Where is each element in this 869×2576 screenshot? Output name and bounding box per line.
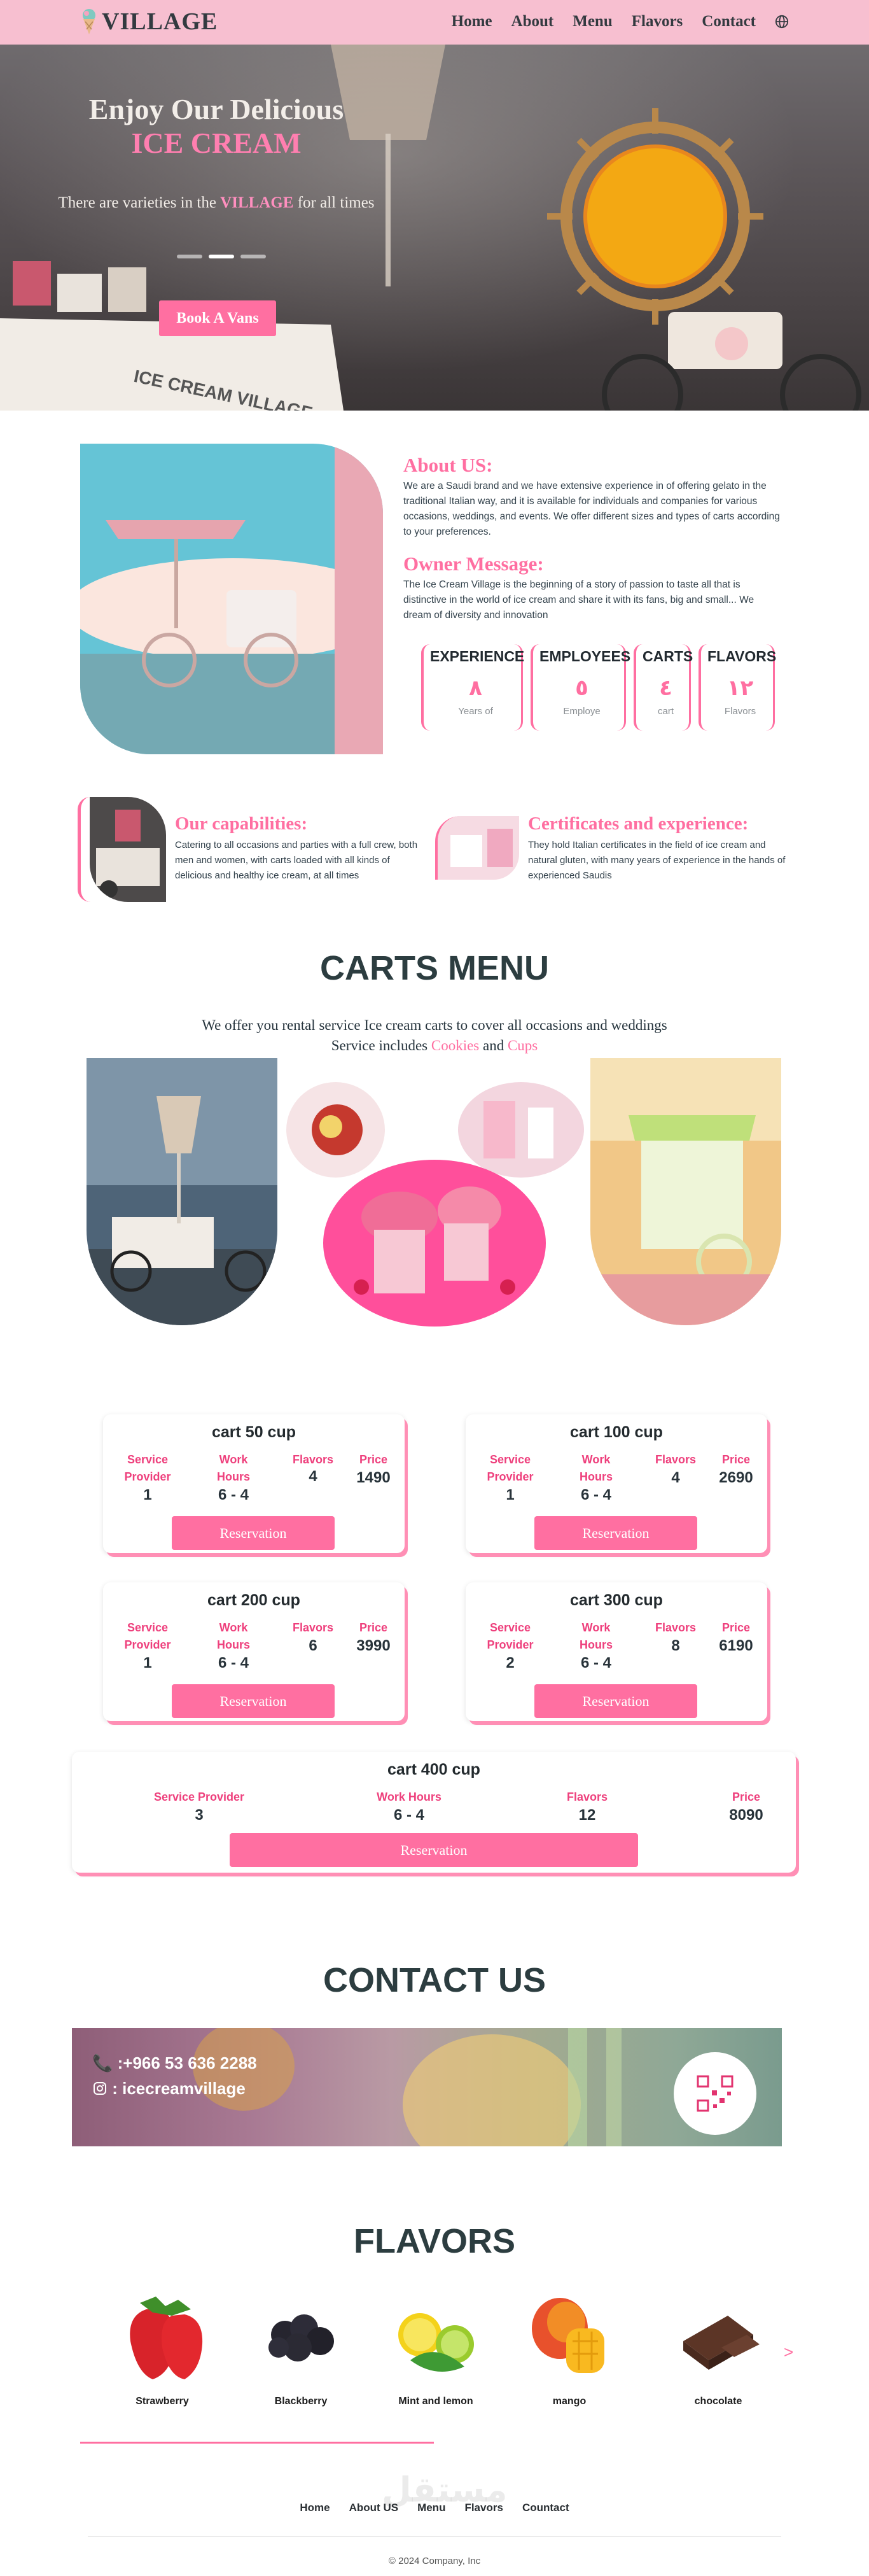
- about-title: About US:: [403, 454, 493, 476]
- nav-home[interactable]: Home: [452, 13, 492, 31]
- brand-name: VILLAGE: [102, 8, 218, 35]
- carts-menu-title: CARTS MENU: [320, 949, 549, 987]
- chocolate-image: [683, 2316, 760, 2370]
- about-image: [80, 444, 383, 754]
- page: VILLAGE Home About Menu Flavors Contact: [0, 0, 869, 2576]
- globe-icon[interactable]: [775, 15, 789, 29]
- book-van-button[interactable]: Book A Vans: [159, 300, 276, 336]
- reservation-button-400[interactable]: Reservation: [230, 1833, 638, 1867]
- stat-flavors: FLAVORS ١٢ Flavors: [699, 644, 776, 731]
- footer-flavors[interactable]: Flavors: [464, 2502, 503, 2514]
- flavor-chocolate[interactable]: chocolate: [658, 2284, 779, 2407]
- capabilities-image: [90, 797, 166, 902]
- hero-description: There are varieties in the VILLAGE for a…: [58, 194, 375, 211]
- flavors-next-arrow[interactable]: >: [784, 2342, 793, 2362]
- stat-carts: CARTS ٤ cart: [634, 644, 693, 731]
- qr-code[interactable]: [674, 2052, 756, 2135]
- nav-menu[interactable]: Menu: [573, 13, 613, 31]
- cart-gallery-image-1: [87, 1058, 277, 1325]
- ice-cream-logo-icon: [83, 9, 95, 34]
- navbar: VILLAGE Home About Menu Flavors Contact: [0, 0, 869, 45]
- contact-instagram[interactable]: : icecreamvillage: [92, 2079, 246, 2099]
- blackberry-image: [268, 2314, 334, 2361]
- contact-banner: 📞 :+966 53 636 2288 : icecreamvillage: [72, 2028, 782, 2146]
- capabilities-card: Our capabilities: Catering to all occasi…: [78, 797, 434, 902]
- pricing-card-200: cart 200 cup Service Provider 1 Work Hour…: [103, 1582, 405, 1721]
- nav-contact[interactable]: Contact: [702, 13, 756, 31]
- contact-title: CONTACT US: [323, 1961, 546, 1999]
- mint-lemon-image: [398, 2313, 474, 2372]
- pricing-card-300: cart 300 cup Service Provider 2 Work Hour…: [466, 1582, 767, 1721]
- phone-icon: 📞: [92, 2053, 113, 2073]
- certificates-title: Certificates and experience:: [528, 813, 749, 834]
- flavor-strawberry[interactable]: Strawberry: [102, 2284, 223, 2407]
- carousel-dot[interactable]: [240, 255, 266, 258]
- carousel-dot-active[interactable]: [209, 255, 234, 258]
- pricing-card-400: cart 400 cup Service Provider 3 Work Hour…: [72, 1752, 796, 1873]
- flavors-title: FLAVORS: [354, 2222, 515, 2260]
- nav-links: Home About Menu Flavors Contact: [452, 13, 789, 31]
- reservation-button-300[interactable]: Reservation: [534, 1684, 697, 1718]
- footer-menu[interactable]: Menu: [417, 2502, 445, 2514]
- pink-divider: [80, 2442, 434, 2444]
- gallery-bubble-flowers: [286, 1082, 385, 1178]
- strawberry-image: [130, 2297, 203, 2379]
- capabilities-text: Catering to all occasions and parties wi…: [175, 840, 418, 881]
- pricing-card-100: cart 100 cup Service Provider 1 Work Hour…: [466, 1414, 767, 1553]
- carousel-dots: [177, 255, 266, 258]
- certificates-image: [435, 816, 519, 880]
- carousel-dot[interactable]: [177, 255, 202, 258]
- copyright: © 2024 Company, Inc: [388, 2556, 481, 2566]
- flavor-mint-lemon[interactable]: Mint and lemon: [375, 2284, 496, 2407]
- footer-about[interactable]: About US: [349, 2502, 398, 2514]
- owner-text: The Ice Cream Village is the beginning o…: [403, 579, 754, 621]
- reservation-button-200[interactable]: Reservation: [172, 1684, 335, 1718]
- nav-about[interactable]: About: [511, 13, 554, 31]
- instagram-icon: [94, 2082, 106, 2095]
- cart-gallery-image-2: [590, 1058, 781, 1325]
- about-text: We are a Saudi brand and we have extensi…: [403, 481, 780, 537]
- mango-image: [532, 2298, 604, 2373]
- logo[interactable]: VILLAGE: [80, 8, 218, 36]
- flavor-blackberry[interactable]: Blackberry: [240, 2284, 361, 2407]
- hero-title: Enjoy Our Delicious: [88, 93, 344, 125]
- carts-menu-description: We offer you rental service Ice cream ca…: [202, 1017, 667, 1053]
- contact-phone[interactable]: 📞 :+966 53 636 2288: [92, 2053, 257, 2073]
- capabilities-title: Our capabilities:: [175, 813, 308, 834]
- nav-flavors[interactable]: Flavors: [632, 13, 683, 31]
- footer-contact[interactable]: Countact: [522, 2502, 569, 2514]
- certificates-text: They hold Italian certificates in the fi…: [528, 840, 786, 881]
- owner-title: Owner Message:: [403, 553, 544, 575]
- stat-employees: EMPLOYEES ٥ Employe: [531, 644, 630, 731]
- reservation-button-100[interactable]: Reservation: [534, 1516, 697, 1550]
- gallery-bubble-ice-cream: [323, 1160, 546, 1327]
- pricing-card-50: cart 50 cup Service Provider 1 Work Hours…: [103, 1414, 405, 1553]
- hero-banner: ICE CREAM VILLAGE Enjoy Our Delicious IC…: [0, 45, 869, 411]
- stat-experience: EXPERIENCE ٨ Years of: [421, 644, 524, 731]
- umbrella-illustration: [331, 45, 445, 286]
- hero-subtitle: ICE CREAM: [131, 127, 302, 159]
- footer-home[interactable]: Home: [300, 2502, 330, 2514]
- bike-illustration: [602, 312, 861, 411]
- footer-links: Home About US Menu Flavors Countact: [0, 2502, 869, 2514]
- reservation-button-50[interactable]: Reservation: [172, 1516, 335, 1550]
- gallery-bubble-cups: [458, 1082, 584, 1178]
- wheel-lemon-illustration: [547, 108, 763, 325]
- certificates-card: Certificates and experience: They hold I…: [435, 813, 791, 886]
- stats-row: EXPERIENCE ٨ Years of EMPLOYEES ٥ Employ…: [421, 644, 776, 731]
- flavor-mango[interactable]: mango: [509, 2284, 630, 2407]
